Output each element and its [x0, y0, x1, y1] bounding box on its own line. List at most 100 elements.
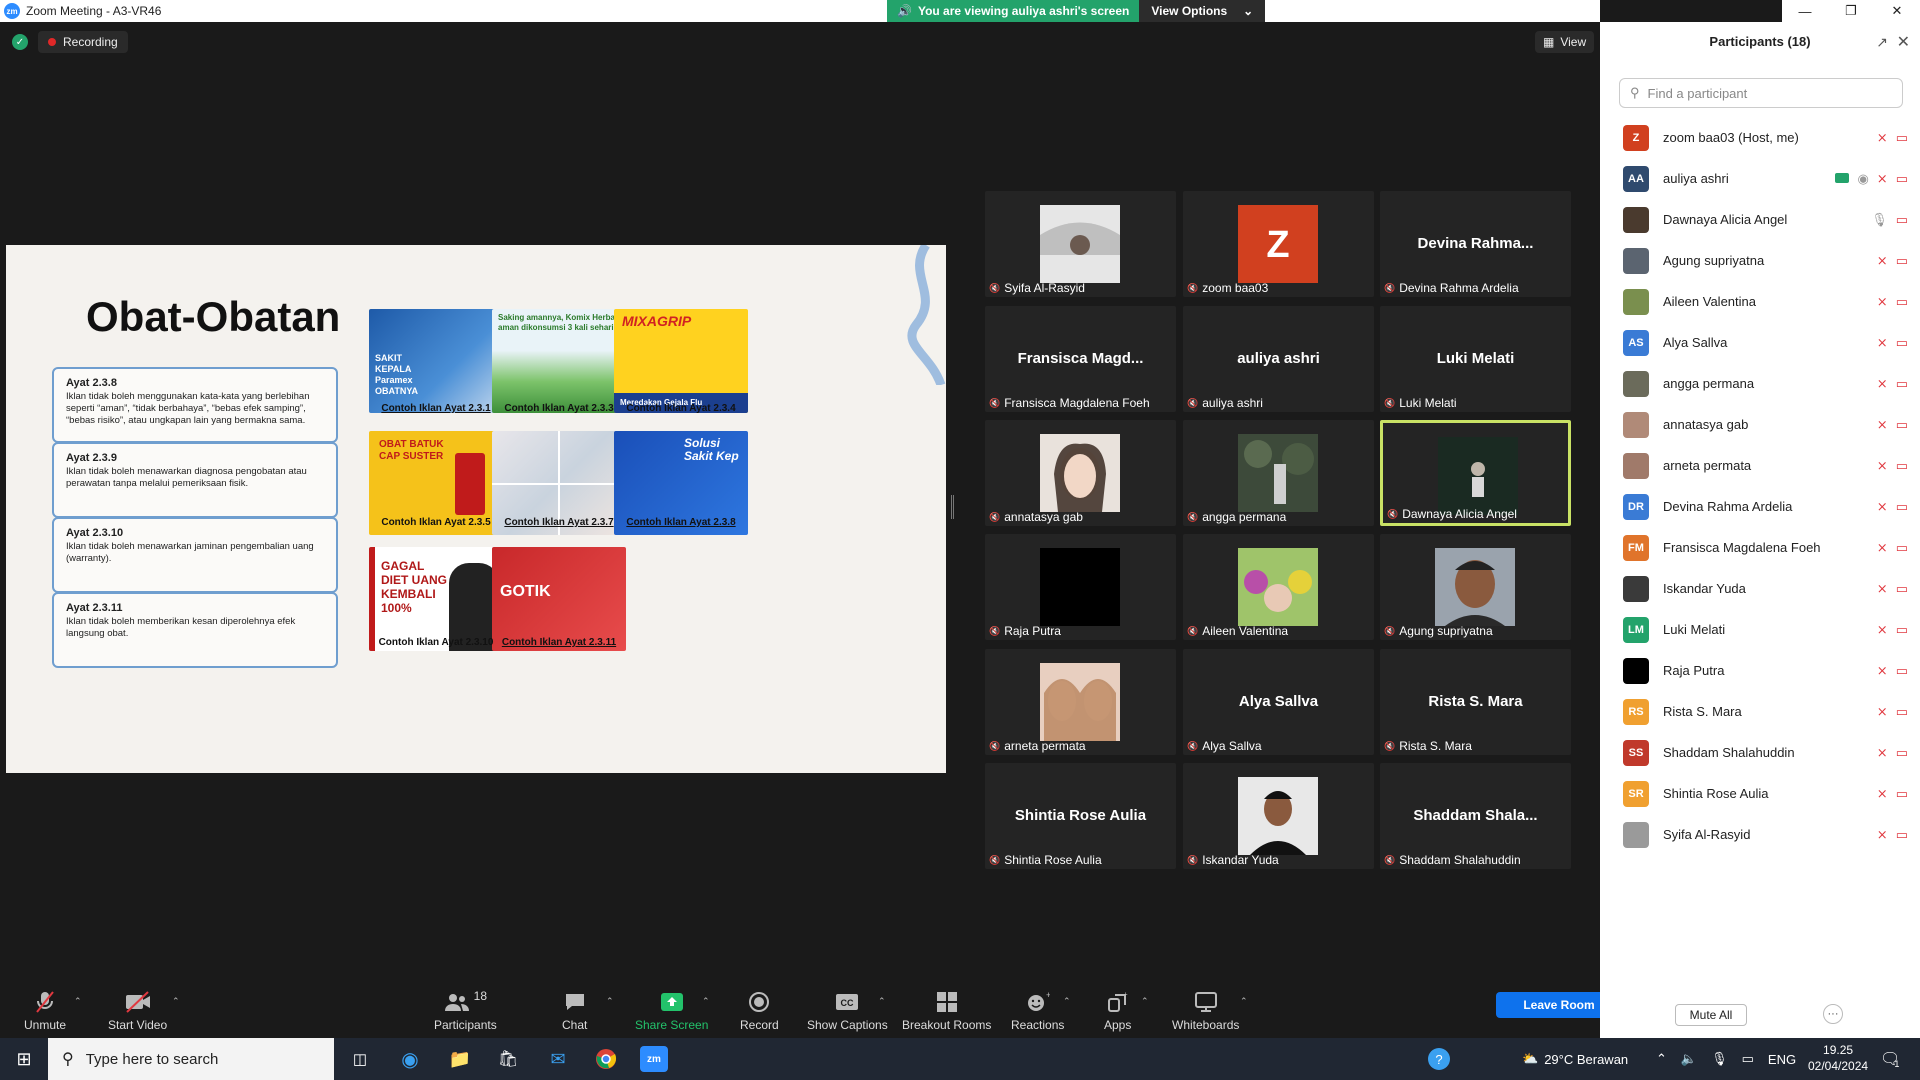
video-tile[interactable]: Z 🔇 zoom baa03 — [1183, 191, 1374, 297]
participant-row[interactable]: Aileen Valentina ⨯ ▭ — [1600, 281, 1920, 322]
chevron-up-icon[interactable]: ⌃ — [702, 996, 710, 1007]
file-explorer-icon[interactable]: 📁 — [446, 1046, 474, 1072]
chevron-up-icon[interactable]: ⌃ — [172, 996, 180, 1007]
start-video-button[interactable]: Start Video — [108, 990, 167, 1032]
record-button[interactable]: Record — [740, 990, 779, 1032]
zoom-taskbar-icon[interactable]: zm — [640, 1046, 668, 1072]
split-drag-handle[interactable] — [951, 495, 954, 519]
chevron-up-icon[interactable]: ⌃ — [606, 996, 614, 1007]
video-tile[interactable]: Fransisca Magd... 🔇 Fransisca Magdalena Fo… — [985, 306, 1176, 412]
view-options-button[interactable]: View Options ⌄ — [1139, 0, 1266, 22]
store-icon[interactable]: 🛍 — [494, 1046, 522, 1072]
avatar — [1623, 452, 1649, 479]
participant-row[interactable]: Agung supriyatna ⨯ ▭ — [1600, 240, 1920, 281]
reactions-button[interactable]: + Reactions — [1011, 990, 1064, 1032]
network-icon[interactable]: ▭ — [1742, 1051, 1754, 1067]
close-window-icon[interactable]: ✕ — [1874, 0, 1920, 22]
help-icon[interactable]: ? — [1428, 1038, 1450, 1080]
participant-row[interactable]: Dawnaya Alicia Angel 🎙 ▭ — [1600, 199, 1920, 240]
participant-row[interactable]: RS Rista S. Mara ⨯ ▭ — [1600, 691, 1920, 732]
video-tile[interactable]: 🔇 angga permana — [1183, 420, 1374, 526]
ad-caption: Contoh Iklan Ayat 2.3.8 — [626, 517, 736, 528]
video-tile[interactable]: auliya ashri 🔇 auliya ashri — [1183, 306, 1374, 412]
mail-icon[interactable]: ✉ — [544, 1046, 572, 1072]
microphone-icon[interactable]: 🎙 — [1711, 1051, 1728, 1067]
video-tile[interactable]: 🔇 Raja Putra — [985, 534, 1176, 640]
video-tile[interactable]: 🔇 Dawnaya Alicia Angel — [1380, 420, 1571, 526]
view-button[interactable]: ▦ View — [1535, 31, 1595, 53]
chevron-up-icon[interactable]: ⌃ — [1141, 996, 1149, 1007]
apps-button[interactable]: + Apps — [1104, 990, 1131, 1032]
participant-row[interactable]: DR Devina Rahma Ardelia ⨯ ▭ — [1600, 486, 1920, 527]
clock[interactable]: 19.25 02/04/2024 — [1808, 1042, 1868, 1074]
avatar: AS — [1623, 329, 1649, 356]
participant-row[interactable]: LM Luki Melati ⨯ ▭ — [1600, 609, 1920, 650]
participant-status-icons: ⨯ ▭ — [1877, 786, 1908, 802]
participant-row[interactable]: Syifa Al-Rasyid ⨯ ▭ — [1600, 814, 1920, 855]
weather-widget[interactable]: ⛅ 29°C Berawan — [1522, 1038, 1628, 1080]
close-icon[interactable]: ✕ — [1897, 32, 1910, 52]
mute-all-button[interactable]: Mute All — [1675, 1004, 1747, 1026]
minimize-icon[interactable]: — — [1782, 0, 1828, 22]
popout-icon[interactable]: ↗ — [1876, 34, 1888, 51]
restore-icon[interactable]: ❐ — [1828, 0, 1874, 22]
video-tile[interactable]: 🔇 Aileen Valentina — [1183, 534, 1374, 640]
chevron-up-icon[interactable]: ⌃ — [74, 996, 82, 1007]
whiteboards-button[interactable]: Whiteboards — [1172, 990, 1239, 1032]
video-tile[interactable]: 🔇 Agung supriyatna — [1380, 534, 1571, 640]
tile-name: Dawnaya Alicia Angel — [1402, 507, 1517, 521]
tile-name-label: 🔇 annatasya gab — [989, 510, 1083, 524]
tile-name: zoom baa03 — [1202, 281, 1269, 295]
participant-video-thumbnail — [1238, 548, 1318, 626]
taskbar-search-input[interactable]: ⚲ Type here to search — [48, 1038, 334, 1080]
recording-indicator[interactable]: Recording — [38, 31, 128, 53]
video-tile[interactable]: Shintia Rose Aulia 🔇 Shintia Rose Aulia — [985, 763, 1176, 869]
edge-browser-icon[interactable]: ◉ — [396, 1046, 424, 1072]
participant-row[interactable]: AS Alya Sallva ⨯ ▭ — [1600, 322, 1920, 363]
windows-start-icon[interactable]: ⊞ — [10, 1046, 38, 1072]
mic-muted-icon: ⨯ — [1876, 621, 1888, 637]
breakout-rooms-button[interactable]: Breakout Rooms — [902, 990, 991, 1032]
video-tile[interactable]: 🔇 annatasya gab — [985, 420, 1176, 526]
chat-button[interactable]: Chat — [562, 990, 587, 1032]
unmute-button[interactable]: Unmute — [24, 990, 66, 1032]
participant-row[interactable]: AA auliya ashri ◉ ⨯ ▭ — [1600, 158, 1920, 199]
video-tile[interactable]: Rista S. Mara 🔇 Rista S. Mara — [1380, 649, 1571, 755]
participant-row[interactable]: annatasya gab ⨯ ▭ — [1600, 404, 1920, 445]
participant-search-input[interactable]: ⚲ Find a participant — [1619, 78, 1903, 108]
language-indicator[interactable]: ENG — [1768, 1052, 1796, 1067]
participants-button[interactable]: 18 Participants — [434, 989, 497, 1032]
participant-row[interactable]: SR Shintia Rose Aulia ⨯ ▭ — [1600, 773, 1920, 814]
video-tile[interactable]: Devina Rahma... 🔇 Devina Rahma Ardelia — [1380, 191, 1571, 297]
participant-row[interactable]: FM Fransisca Magdalena Foeh ⨯ ▭ — [1600, 527, 1920, 568]
participant-row[interactable]: Zzoom baa03 (Host, me) ⨯ ▭ — [1600, 117, 1920, 158]
chevron-up-icon[interactable]: ⌃ — [1240, 996, 1248, 1007]
video-tile[interactable]: 🔇 Syifa Al-Rasyid — [985, 191, 1176, 297]
notification-icon[interactable]: 🗨 1 — [1880, 1038, 1900, 1080]
task-view-icon[interactable]: ◫ — [346, 1046, 374, 1072]
windows-taskbar: ⊞ ⚲ Type here to search ◫ ◉ 📁 🛍 ✉ zm ? ⛅ 2… — [0, 1038, 1920, 1080]
video-tile[interactable]: Luki Melati 🔇 Luki Melati — [1380, 306, 1571, 412]
volume-icon[interactable]: 🔈 — [1681, 1051, 1697, 1067]
tile-name-label: 🔇 Shintia Rose Aulia — [989, 853, 1102, 867]
participant-row[interactable]: Iskandar Yuda ⨯ ▭ — [1600, 568, 1920, 609]
shield-icon[interactable]: ✓ — [12, 34, 28, 50]
chevron-up-icon[interactable]: ⌃ — [878, 996, 886, 1007]
participant-row[interactable]: SS Shaddam Shalahuddin ⨯ ▭ — [1600, 732, 1920, 773]
video-tile[interactable]: 🔇 Iskandar Yuda — [1183, 763, 1374, 869]
participant-status-icons: ⨯ ▭ — [1877, 704, 1908, 720]
participant-row[interactable]: angga permana ⨯ ▭ — [1600, 363, 1920, 404]
participant-name: Shintia Rose Aulia — [1663, 786, 1769, 801]
video-tile[interactable]: Alya Sallva 🔇 Alya Sallva — [1183, 649, 1374, 755]
video-tile[interactable]: Shaddam Shala... 🔇 Shaddam Shalahuddin — [1380, 763, 1571, 869]
video-tile[interactable]: 🔇 arneta permata — [985, 649, 1176, 755]
participant-row[interactable]: arneta permata ⨯ ▭ — [1600, 445, 1920, 486]
more-options-button[interactable]: ··· — [1823, 1004, 1843, 1024]
share-screen-button[interactable]: Share Screen — [635, 990, 708, 1032]
show-captions-button[interactable]: CC Show Captions — [807, 990, 888, 1032]
participant-row[interactable]: Raja Putra ⨯ ▭ — [1600, 650, 1920, 691]
chrome-icon[interactable] — [592, 1046, 620, 1072]
chevron-up-icon[interactable]: ⌃ — [1656, 1051, 1667, 1067]
whiteboards-label: Whiteboards — [1172, 1018, 1240, 1032]
chevron-up-icon[interactable]: ⌃ — [1063, 996, 1071, 1007]
